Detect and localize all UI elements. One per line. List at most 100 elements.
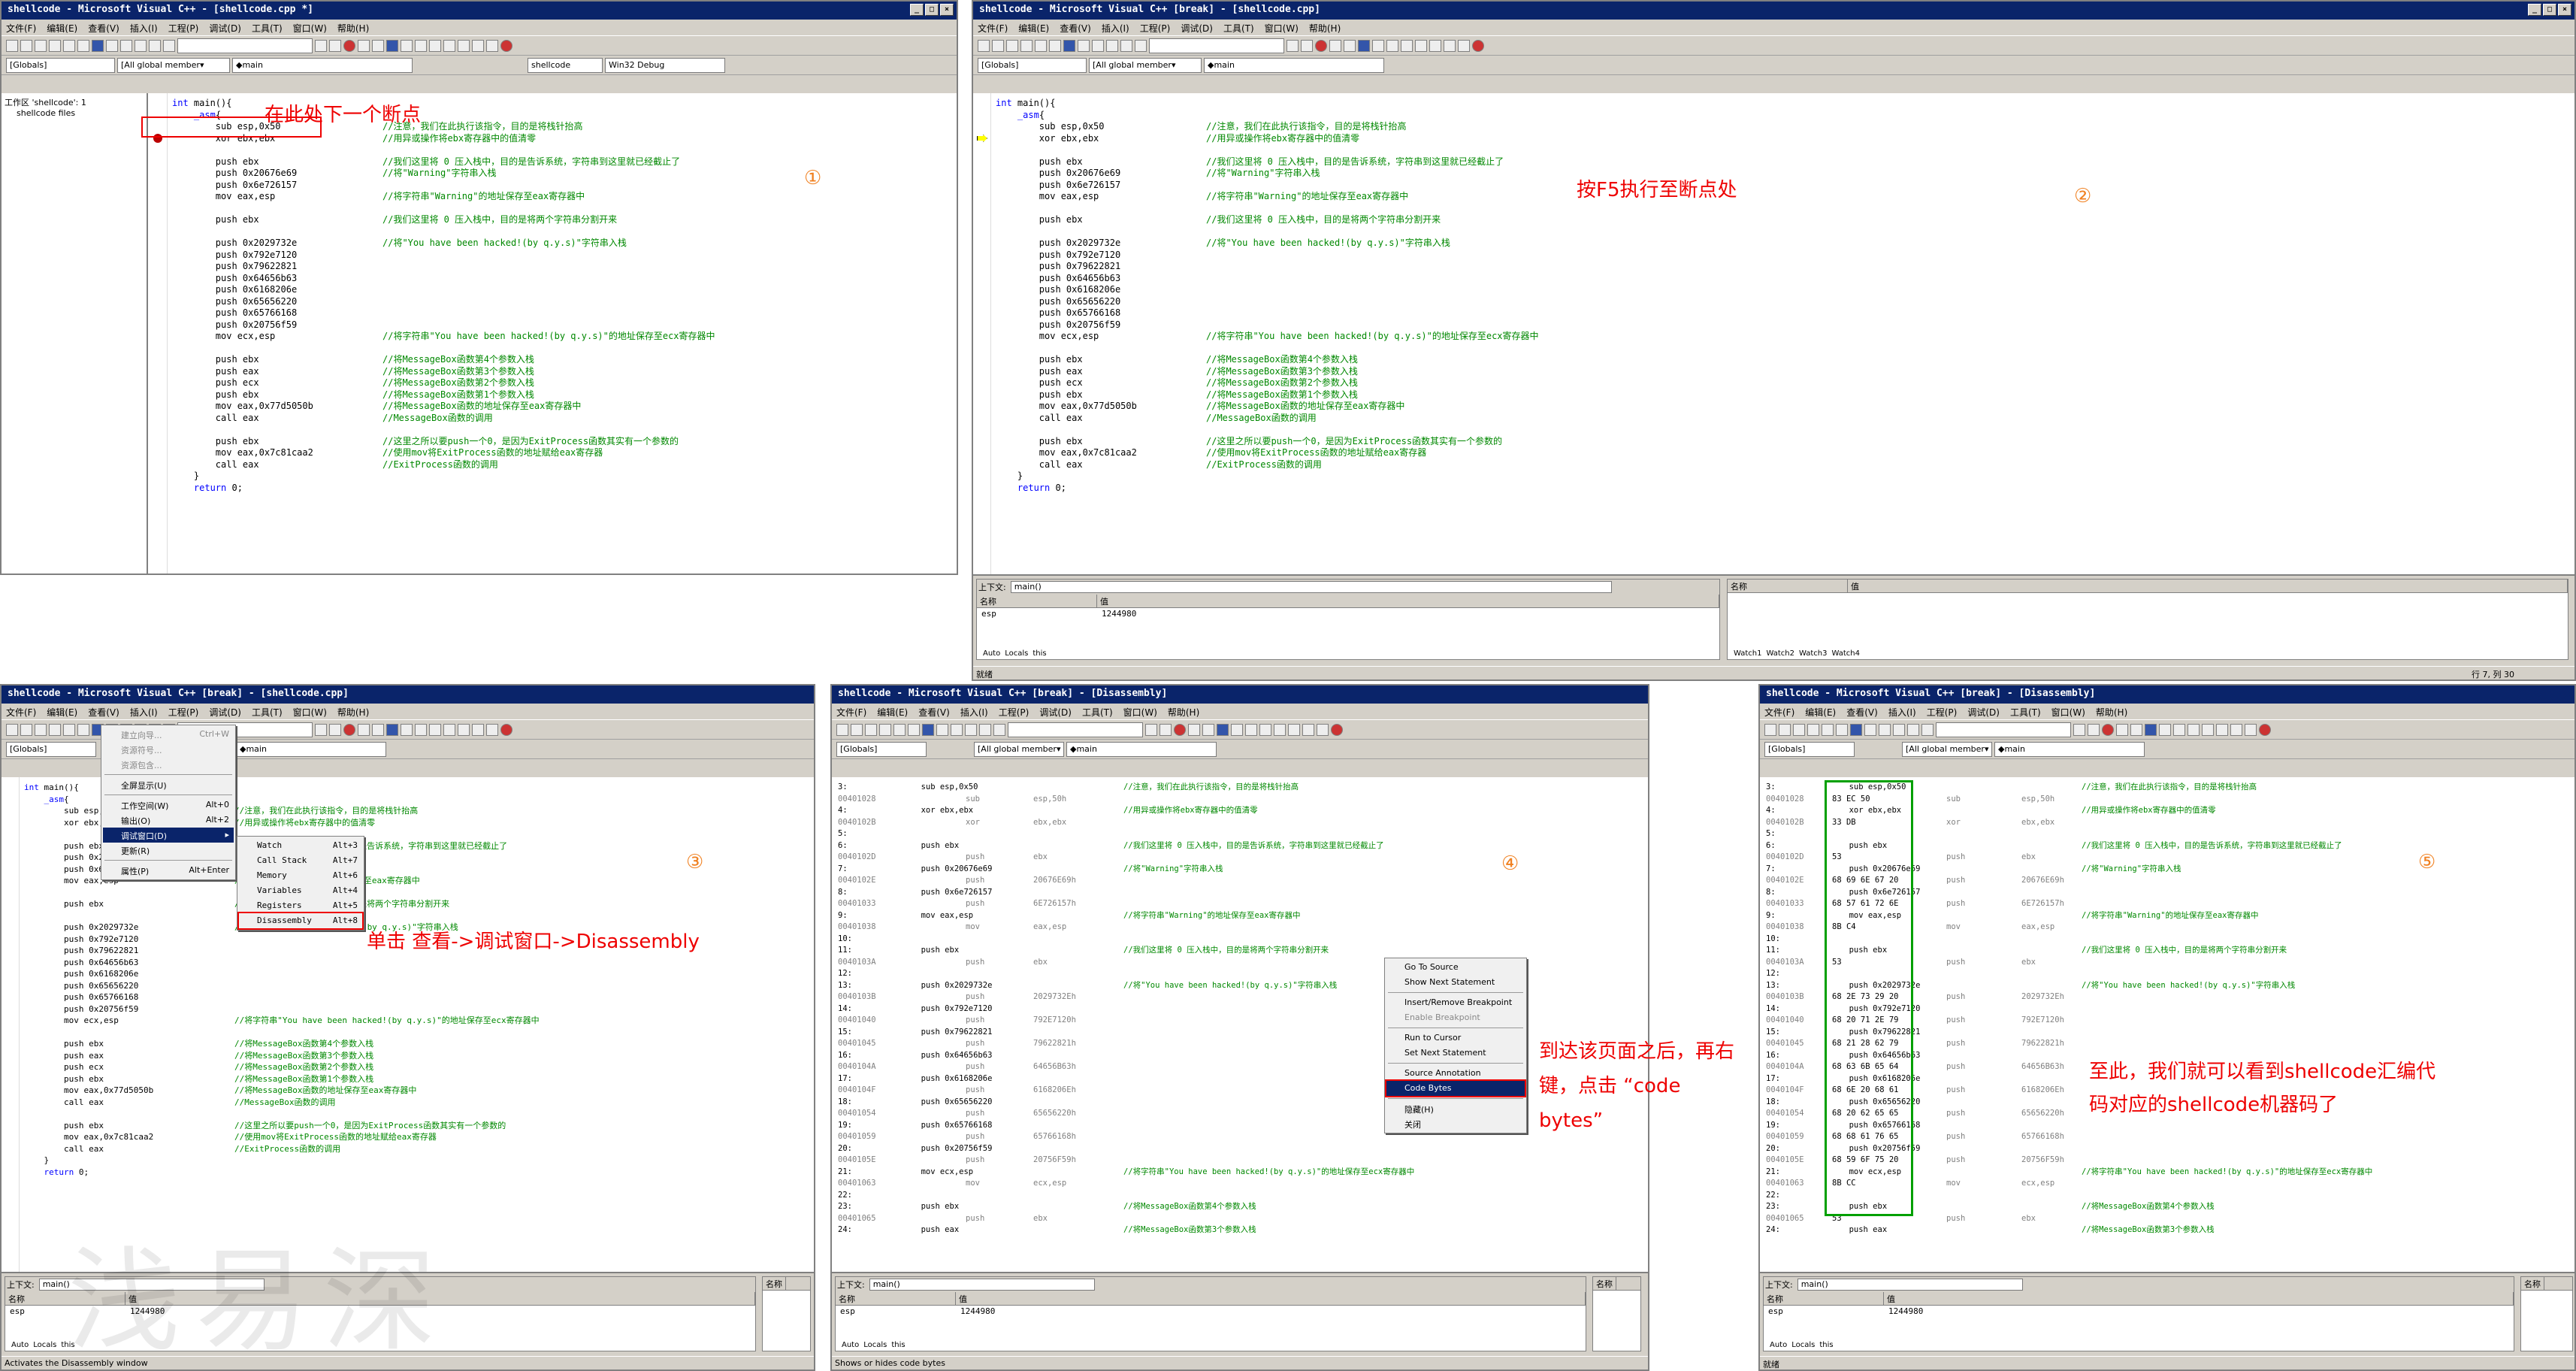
menu-item[interactable]: 查看(V) — [88, 22, 119, 34]
toolbar-button-icon[interactable] — [1302, 723, 1314, 736]
menu-item[interactable]: 查看(V) — [1060, 22, 1091, 34]
context-combo[interactable]: main() — [1010, 581, 1612, 593]
menu-item[interactable]: 编辑(E) — [1805, 706, 1836, 718]
toolbar-button-icon[interactable] — [443, 39, 455, 52]
toolbar-button-icon[interactable] — [472, 723, 484, 736]
toolbar-button-icon[interactable] — [2202, 723, 2214, 736]
toolbar-button-icon[interactable] — [2088, 723, 2100, 736]
scope-combo[interactable]: [Globals] — [836, 741, 927, 757]
debug-submenu-item[interactable]: Variables Alt+4 — [239, 883, 362, 898]
function-combo[interactable]: ◆main — [236, 741, 386, 757]
toolbar-button-icon[interactable] — [401, 723, 413, 736]
toolbar-button-icon[interactable] — [163, 39, 175, 52]
toolbar-button-icon[interactable] — [1793, 723, 1805, 736]
toolbar-button-icon[interactable] — [472, 39, 484, 52]
toolbar-button-icon[interactable] — [851, 723, 863, 736]
toolbar-button-icon[interactable] — [1372, 39, 1384, 52]
menu-item[interactable]: 窗口(W) — [293, 706, 327, 718]
toolbar-button-icon[interactable] — [893, 723, 906, 736]
toolbar-button-icon[interactable] — [979, 723, 991, 736]
tab-watch4[interactable]: Watch4 — [1832, 649, 1861, 658]
toolbar-button-icon[interactable] — [1315, 39, 1327, 52]
members-combo[interactable]: [All global member▾ — [117, 57, 230, 73]
menu-item[interactable]: 编辑(E) — [1018, 22, 1049, 34]
toolbar-button-icon[interactable] — [358, 723, 370, 736]
menu-item[interactable]: 帮助(H) — [337, 706, 369, 718]
menu-item[interactable]: 帮助(H) — [1168, 706, 1199, 718]
toolbar-button-icon[interactable] — [2102, 723, 2114, 736]
menu-item[interactable]: 工程(P) — [1140, 22, 1171, 34]
toolbar-button-icon[interactable] — [49, 39, 61, 52]
workspace-files[interactable]: shellcode files — [5, 108, 144, 118]
project-combo[interactable]: shellcode — [528, 57, 603, 73]
toolbar-button-icon[interactable] — [1135, 39, 1147, 52]
menu-item[interactable]: 文件(F) — [6, 22, 36, 34]
toolbar-button-icon[interactable] — [500, 39, 512, 52]
toolbar-button-icon[interactable] — [343, 39, 355, 52]
menu-item[interactable]: 帮助(H) — [2096, 706, 2127, 718]
find-combo[interactable] — [1936, 722, 2071, 737]
toolbar-button-icon[interactable] — [2159, 723, 2171, 736]
toolbar-button-icon[interactable] — [1444, 39, 1456, 52]
menu-item[interactable]: 查看(V) — [918, 706, 950, 718]
toolbar-button-icon[interactable] — [1879, 723, 1891, 736]
function-combo[interactable]: ◆main — [1204, 57, 1384, 73]
menu-item[interactable]: 工程(P) — [168, 22, 199, 34]
context-combo[interactable]: main() — [1797, 1279, 2023, 1291]
context-combo[interactable]: main() — [869, 1279, 1095, 1291]
toolbar-button-icon[interactable] — [1035, 39, 1047, 52]
tab-watch1[interactable]: Watch1 — [1734, 649, 1762, 658]
view-menu-item[interactable]: 建立向导... Ctrl+W — [103, 727, 234, 742]
toolbar-button-icon[interactable] — [992, 39, 1004, 52]
close-icon[interactable]: × — [2558, 4, 2571, 16]
toolbar-button-icon[interactable] — [6, 723, 18, 736]
toolbar-button-icon[interactable] — [936, 723, 948, 736]
toolbar-button-icon[interactable] — [1120, 39, 1132, 52]
variable-row[interactable]: esp 1244980 — [977, 608, 1719, 620]
toolbar-button-icon[interactable] — [372, 723, 384, 736]
toolbar-button-icon[interactable] — [2130, 723, 2142, 736]
menu-item[interactable]: 调试(D) — [209, 22, 241, 34]
source-editor[interactable]: int main(){ _asm{ sub esp,0x50//注意，我们在此执… — [973, 93, 2574, 574]
context-menu-item[interactable]: 隐藏(H) — [1386, 1101, 1525, 1116]
toolbar-button-icon[interactable] — [486, 723, 498, 736]
toolbar-button-icon[interactable] — [358, 39, 370, 52]
toolbar-button-icon[interactable] — [922, 723, 934, 736]
toolbar-button-icon[interactable] — [315, 723, 327, 736]
toolbar-button-icon[interactable] — [908, 723, 920, 736]
find-combo[interactable] — [1149, 38, 1284, 53]
menu-item[interactable]: 编辑(E) — [877, 706, 908, 718]
toolbar-button-icon[interactable] — [1049, 39, 1061, 52]
maximize-icon[interactable]: □ — [925, 4, 939, 16]
toolbar-button-icon[interactable] — [1006, 39, 1018, 52]
toolbar-button-icon[interactable] — [2216, 723, 2228, 736]
menu-item[interactable]: 窗口(W) — [1265, 22, 1299, 34]
context-menu-item[interactable]: Show Next Statement — [1386, 975, 1525, 990]
toolbar-button-icon[interactable] — [1259, 723, 1271, 736]
toolbar-button-icon[interactable] — [1245, 723, 1257, 736]
toolbar-button-icon[interactable] — [429, 39, 441, 52]
debug-submenu-item[interactable]: Watch Alt+3 — [239, 838, 362, 853]
debug-submenu-item[interactable]: Call Stack Alt+7 — [239, 853, 362, 868]
toolbar-button-icon[interactable] — [1358, 39, 1370, 52]
menu-item[interactable]: 帮助(H) — [337, 22, 369, 34]
toolbar-button-icon[interactable] — [1850, 723, 1862, 736]
toolbar-button-icon[interactable] — [401, 39, 413, 52]
toolbar-button-icon[interactable] — [386, 723, 398, 736]
context-menu-item[interactable]: Code Bytes — [1385, 1079, 1526, 1097]
toolbar-button-icon[interactable] — [20, 39, 32, 52]
config-combo[interactable]: Win32 Debug — [605, 57, 725, 73]
toolbar-button-icon[interactable] — [1893, 723, 1905, 736]
view-menu-item[interactable]: 输出(O) Alt+2 — [103, 813, 234, 828]
function-combo[interactable]: ◆main — [232, 57, 413, 73]
editor-gutter[interactable] — [973, 93, 991, 574]
context-menu-item[interactable]: Insert/Remove Breakpoint — [1386, 995, 1525, 1010]
toolbar-button-icon[interactable] — [458, 723, 470, 736]
toolbar-button-icon[interactable] — [1764, 723, 1776, 736]
toolbar-button-icon[interactable] — [77, 723, 89, 736]
toolbar-button-icon[interactable] — [1063, 39, 1075, 52]
toolbar-button-icon[interactable] — [965, 723, 977, 736]
variable-row[interactable]: esp 1244980 — [1764, 1306, 2514, 1318]
menu-item[interactable]: 插入(I) — [130, 22, 158, 34]
menu-item[interactable]: 文件(F) — [978, 22, 1008, 34]
